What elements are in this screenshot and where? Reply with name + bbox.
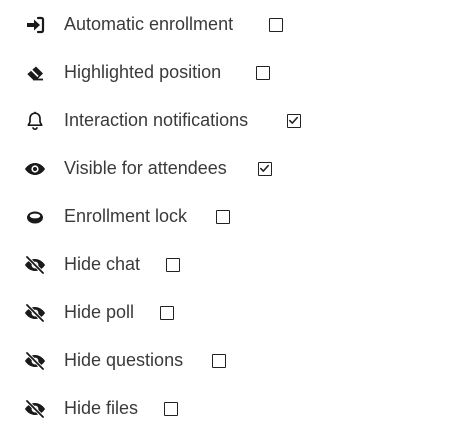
setting-label: Enrollment lock	[64, 206, 188, 226]
enrollment-lock-checkbox[interactable]	[216, 210, 230, 224]
checkmark-icon	[260, 164, 269, 172]
setting-label: Hide chat	[64, 254, 141, 274]
eye-icon	[24, 158, 46, 180]
interaction-notifications-checkbox[interactable]	[287, 114, 301, 128]
checkmark-icon	[289, 116, 298, 124]
setting-label: Automatic enrollment	[64, 14, 234, 34]
eye-slash-icon	[24, 398, 46, 420]
ring-icon	[24, 206, 46, 228]
automatic-enrollment-checkbox[interactable]	[269, 18, 283, 32]
setting-label: Hide files	[64, 398, 139, 418]
sign-in-arrow-icon	[24, 14, 46, 36]
hide-files-checkbox[interactable]	[164, 402, 178, 416]
eye-slash-icon	[24, 254, 46, 276]
setting-label: Interaction notifications	[64, 110, 249, 130]
hide-questions-checkbox[interactable]	[212, 354, 226, 368]
setting-label: Visible for attendees	[64, 158, 227, 178]
eye-slash-icon	[24, 302, 46, 324]
highlighted-position-checkbox[interactable]	[256, 66, 270, 80]
bell-icon	[24, 110, 46, 132]
setting-label: Highlighted position	[64, 62, 222, 82]
setting-label: Hide questions	[64, 350, 184, 370]
setting-label: Hide poll	[64, 302, 135, 322]
eraser-icon	[24, 62, 46, 84]
hide-chat-checkbox[interactable]	[166, 258, 180, 272]
visible-for-attendees-checkbox[interactable]	[258, 162, 272, 176]
hide-poll-checkbox[interactable]	[160, 306, 174, 320]
eye-slash-icon	[24, 350, 46, 372]
settings-list: Automatic enrollment Highlighted positio…	[0, 0, 454, 443]
